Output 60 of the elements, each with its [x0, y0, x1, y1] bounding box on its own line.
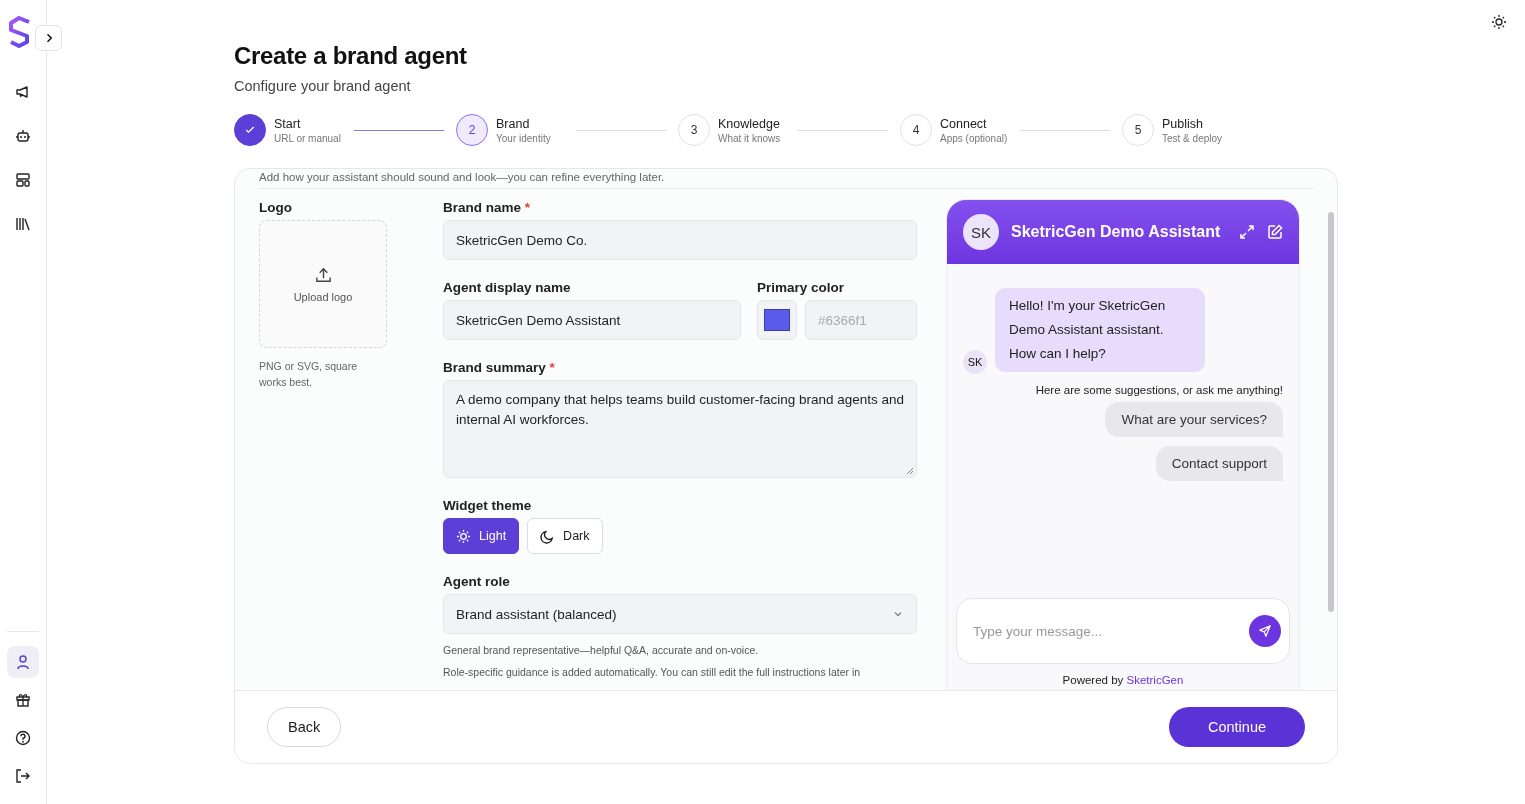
step-subtitle: Test & deploy	[1162, 132, 1224, 144]
field-label: Widget theme	[443, 497, 533, 515]
back-button[interactable]: Back	[267, 707, 342, 747]
message-field[interactable]: Type your message...	[971, 622, 1241, 640]
page-title: Create a brand agent	[234, 41, 468, 71]
field-label: Agent role	[443, 573, 511, 591]
scrollbar[interactable]	[1328, 212, 1334, 612]
step-subtitle: What it knows	[718, 132, 782, 144]
send-icon	[1258, 624, 1272, 638]
step-title: Start	[274, 116, 302, 131]
page-subtitle: Configure your brand agent	[234, 78, 412, 94]
step-number: 2	[456, 114, 488, 146]
suggestion-chip[interactable]: What are your services?	[1105, 402, 1283, 437]
chat-message: Hello! I'm your SketricGen Demo Assistant assistant. How can I help?	[995, 288, 1205, 372]
theme-toggle-icon[interactable]	[1491, 14, 1507, 30]
sun-icon	[456, 528, 471, 544]
role-note: Role-specific guidance is added automatically. You can still edit the full instructions later in	[443, 666, 862, 678]
expand-icon[interactable]	[1239, 224, 1255, 240]
brand-link[interactable]: SketricGen	[1126, 674, 1184, 686]
step-subtitle: Apps (optional)	[940, 132, 1009, 144]
color-picker[interactable]	[757, 300, 797, 340]
intro-text: Add how your assistant should sound and look—you can refine everything later.	[259, 169, 1313, 189]
step-title: Connect	[940, 116, 988, 131]
hex-color-field[interactable]: #6366f1	[805, 300, 917, 340]
resize-handle-icon[interactable]	[906, 467, 914, 475]
step-subtitle: Your identity	[496, 132, 552, 144]
suggestion-chip[interactable]: Contact support	[1155, 446, 1283, 481]
continue-button[interactable]: Continue	[1169, 707, 1305, 747]
chat-title: SketricGen Demo Assistant	[1011, 223, 1222, 241]
user-icon[interactable]	[7, 646, 39, 678]
upload-logo-button[interactable]: Upload logo	[259, 220, 387, 348]
edit-icon[interactable]	[1267, 224, 1283, 240]
brand-summary-field[interactable]: A demo company that helps teams build customer-facing brand agents and internal AI workforces.	[443, 380, 917, 478]
field-label: Primary color	[757, 279, 846, 297]
field-label: Logo	[259, 199, 293, 217]
step-title: Knowledge	[718, 116, 781, 131]
powered-by-text: Powered by	[1062, 674, 1124, 686]
avatar: SK	[963, 350, 987, 374]
suggestions-text: Here are some suggestions, or ask me anything!	[1035, 384, 1283, 396]
step-number: 5	[1122, 114, 1154, 146]
field-label: Agent display name	[443, 279, 572, 297]
role-description: General brand representative—helpful Q&A, accurate and on-voice.	[443, 644, 760, 656]
step-subtitle: URL or manual	[274, 132, 342, 144]
avatar: SK	[963, 214, 999, 250]
step-number: 4	[900, 114, 932, 146]
moon-icon	[540, 528, 556, 544]
field-label: Brand summary *	[443, 359, 556, 377]
expand-sidebar-button[interactable]	[35, 25, 62, 51]
step-title: Brand	[496, 116, 531, 131]
theme-option[interactable]: Light	[443, 518, 520, 554]
step-title: Publish	[1162, 116, 1204, 131]
send-button[interactable]	[1249, 615, 1281, 647]
agent-name-field[interactable]: SketricGen Demo Assistant	[443, 300, 741, 340]
field-label: Brand name *	[443, 199, 532, 217]
agent-role-dropdown[interactable]: Brand assistant (balanced)	[443, 594, 917, 634]
theme-option[interactable]: Dark	[527, 518, 603, 554]
brand-name-field[interactable]: SketricGen Demo Co.	[443, 220, 917, 260]
upload-icon	[313, 265, 333, 285]
step-number: 3	[678, 114, 710, 146]
logo-hint: PNG or SVG, square works best.	[259, 359, 359, 390]
